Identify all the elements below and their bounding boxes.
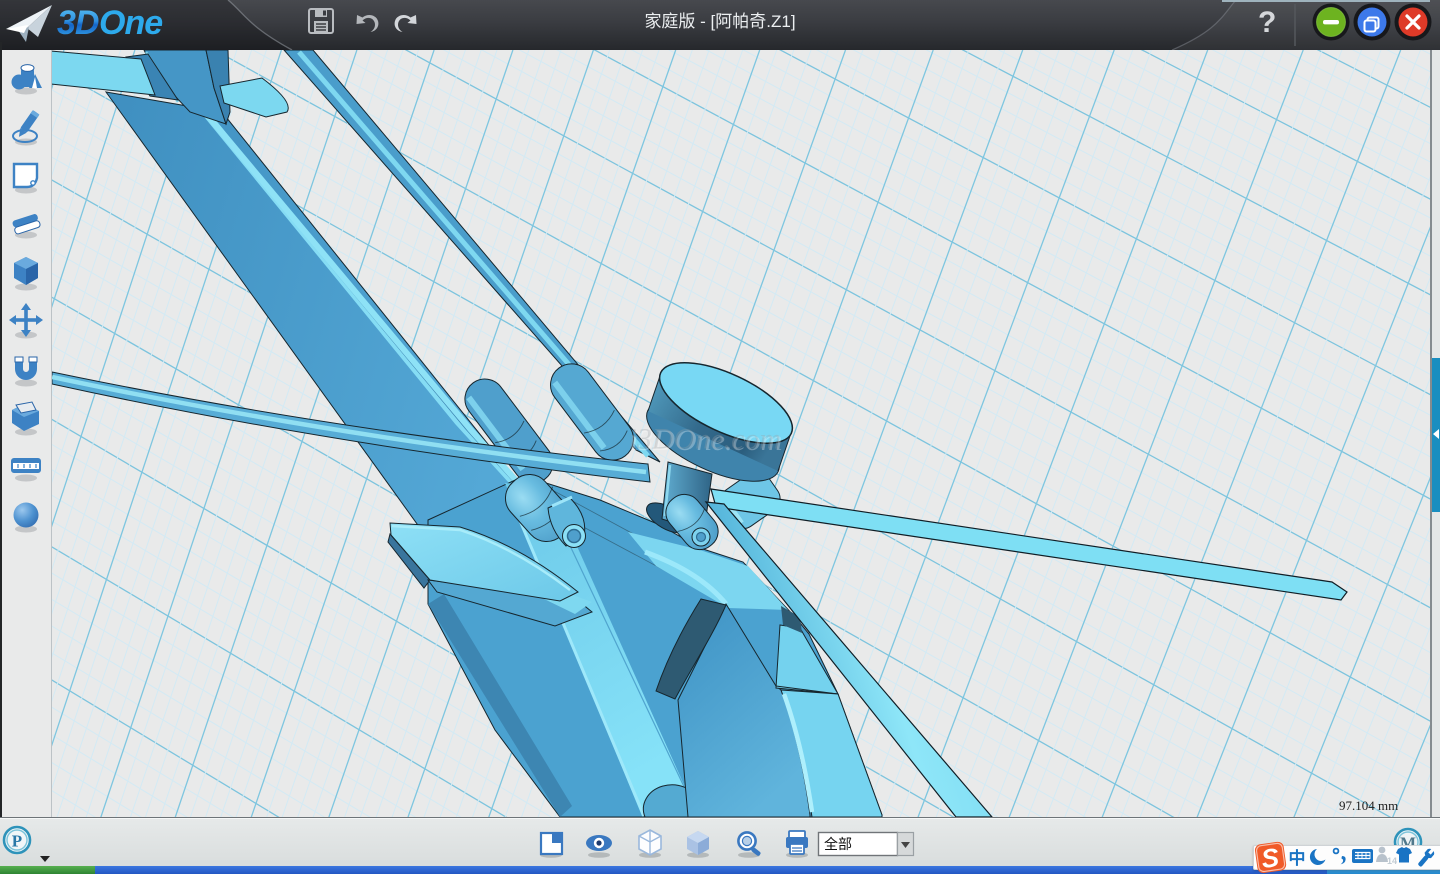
svg-text:中: 中 — [1289, 848, 1306, 868]
svg-text:14: 14 — [1387, 856, 1397, 866]
svg-text:i3DOne.com: i3DOne.com — [629, 423, 781, 456]
svg-text:全部: 全部 — [824, 836, 852, 852]
svg-text:97.104 mm: 97.104 mm — [1339, 798, 1398, 813]
svg-text:P: P — [12, 832, 22, 851]
svg-text:?: ? — [1258, 6, 1276, 39]
svg-text:One: One — [99, 4, 162, 42]
svg-text:家庭版 - [阿帕奇.Z1]: 家庭版 - [阿帕奇.Z1] — [644, 12, 795, 31]
svg-text:3D: 3D — [57, 4, 99, 42]
